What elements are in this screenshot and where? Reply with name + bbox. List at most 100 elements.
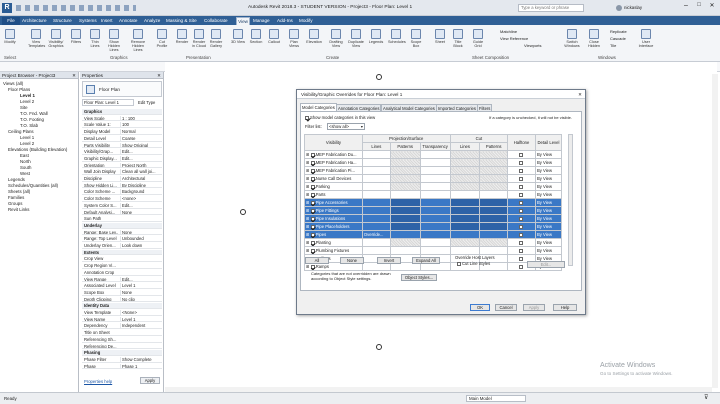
tab-massing-site[interactable]: Massing & Site bbox=[166, 17, 197, 25]
property-row[interactable]: Color Scheme ... Background bbox=[82, 189, 162, 196]
property-row[interactable]: View Scale 1 : 100 bbox=[82, 115, 162, 122]
visibility-checkbox[interactable] bbox=[310, 168, 315, 173]
tree-item-footing[interactable]: T.O. Footing bbox=[20, 117, 44, 122]
property-row[interactable]: Range: Top Level Unbounded bbox=[82, 236, 162, 243]
properties-apply-button[interactable]: Apply bbox=[140, 377, 160, 384]
cut-patterns-cell[interactable] bbox=[479, 222, 509, 231]
tile-button[interactable]: Tile bbox=[610, 43, 616, 48]
property-row[interactable]: View Name Level 1 bbox=[82, 316, 162, 323]
tree-item-views-all[interactable]: Views (all) bbox=[3, 81, 23, 86]
visibility-checkbox[interactable] bbox=[310, 232, 315, 237]
halftone-cell[interactable] bbox=[507, 238, 536, 247]
elevation-marker-north[interactable] bbox=[376, 74, 382, 80]
legends-button[interactable]: Legends bbox=[368, 27, 384, 53]
detail-level-cell[interactable]: By View bbox=[534, 190, 563, 199]
visibility-checkbox[interactable] bbox=[310, 152, 315, 157]
property-row[interactable]: Scale Value 1: 100 bbox=[82, 122, 162, 129]
view-reference-button[interactable]: View Reference bbox=[500, 36, 528, 41]
proj-transparency-cell[interactable] bbox=[419, 198, 451, 207]
halftone-checkbox[interactable] bbox=[519, 184, 524, 189]
category-name-cell[interactable]: ⊞ Pipes bbox=[304, 230, 363, 239]
property-value[interactable]: Project North bbox=[120, 162, 160, 168]
visibility-graphics-button[interactable]: Visibility/ Graphics bbox=[48, 27, 64, 53]
proj-patterns-cell[interactable] bbox=[389, 174, 421, 183]
plan-views-button[interactable]: Plan Views bbox=[286, 27, 302, 53]
tab-manage[interactable]: Manage bbox=[253, 17, 270, 25]
detail-level-cell[interactable]: By View bbox=[534, 158, 563, 167]
tree-item-slab[interactable]: T.O. Slab bbox=[20, 123, 38, 128]
viewports-button[interactable]: Viewports bbox=[524, 43, 542, 48]
help-button[interactable]: Help bbox=[553, 304, 577, 311]
property-value[interactable]: Show Complete bbox=[120, 356, 160, 362]
cut-lines-cell[interactable] bbox=[449, 158, 481, 167]
proj-transparency-cell[interactable] bbox=[419, 158, 451, 167]
halftone-checkbox[interactable] bbox=[519, 176, 524, 181]
cascade-button[interactable]: Cascade bbox=[610, 36, 626, 41]
tree-item-level-2[interactable]: Level 2 bbox=[20, 99, 34, 104]
visibility-checkbox[interactable] bbox=[310, 184, 315, 189]
halftone-cell[interactable] bbox=[507, 150, 536, 159]
invert-button[interactable]: Invert bbox=[377, 257, 401, 264]
proj-transparency-cell[interactable] bbox=[419, 190, 451, 199]
proj-patterns-cell[interactable] bbox=[389, 190, 421, 199]
object-styles-button[interactable]: Object Styles... bbox=[401, 274, 437, 281]
proj-patterns-cell[interactable] bbox=[389, 230, 421, 239]
tab-systems[interactable]: Systems bbox=[79, 17, 97, 25]
tree-item-families[interactable]: Families bbox=[8, 195, 24, 200]
expand-all-button[interactable]: Expand All bbox=[412, 257, 440, 264]
schedules-button[interactable]: Schedules bbox=[388, 27, 406, 53]
cut-lines-cell[interactable] bbox=[449, 246, 481, 255]
halftone-cell[interactable] bbox=[507, 166, 536, 175]
detail-level-cell[interactable]: By View bbox=[534, 182, 563, 191]
dialog-close-icon[interactable]: ✕ bbox=[578, 90, 582, 99]
detail-level-cell[interactable]: By View bbox=[534, 206, 563, 215]
category-name-cell[interactable]: ⊞ MEP Fabrication Du... bbox=[304, 150, 363, 159]
property-row[interactable]: Discipline Architectural bbox=[82, 176, 162, 182]
tab-imported-categories[interactable]: Imported Categories bbox=[436, 104, 478, 111]
property-value[interactable]: By Discipline bbox=[120, 182, 160, 188]
detail-level-cell[interactable]: By View bbox=[534, 222, 563, 231]
tab-model-categories[interactable]: Model Categories bbox=[300, 103, 337, 111]
property-row[interactable]: Title on Sheet bbox=[82, 330, 162, 336]
tree-item-site[interactable]: Site bbox=[20, 105, 28, 110]
matchline-button[interactable]: Matchline bbox=[500, 29, 517, 34]
proj-patterns-cell[interactable] bbox=[389, 238, 421, 247]
tree-item-ceiling-level-2[interactable]: Level 2 bbox=[20, 141, 34, 146]
property-value[interactable]: Edit... bbox=[120, 149, 160, 155]
halftone-cell[interactable] bbox=[507, 206, 536, 215]
halftone-cell[interactable] bbox=[507, 222, 536, 231]
cut-lines-cell[interactable] bbox=[449, 174, 481, 183]
tree-item-north[interactable]: North bbox=[20, 159, 31, 164]
cut-patterns-cell[interactable] bbox=[479, 166, 509, 175]
proj-lines-cell[interactable] bbox=[361, 190, 391, 199]
property-value[interactable]: Look down bbox=[120, 243, 160, 248]
cut-patterns-cell[interactable] bbox=[479, 150, 509, 159]
elevation-marker-south[interactable] bbox=[376, 344, 382, 350]
tab-collaborate[interactable]: Collaborate bbox=[204, 17, 228, 25]
property-value[interactable]: Clean all wall joi... bbox=[120, 169, 160, 175]
visibility-checkbox[interactable] bbox=[310, 248, 315, 253]
property-value[interactable]: Architectural bbox=[120, 176, 160, 181]
cut-lines-cell[interactable] bbox=[449, 190, 481, 199]
filter-list-select[interactable]: <show all> ▾ bbox=[327, 123, 365, 130]
halftone-checkbox[interactable] bbox=[519, 160, 524, 165]
visibility-checkbox[interactable] bbox=[310, 208, 315, 213]
user-icon[interactable] bbox=[616, 5, 622, 11]
property-value[interactable]: Edit... bbox=[120, 202, 160, 208]
tree-item-revit-links[interactable]: Revit Links bbox=[8, 207, 29, 212]
proj-lines-cell[interactable] bbox=[361, 214, 391, 223]
tree-item-ceiling-level-1[interactable]: Level 1 bbox=[20, 135, 34, 140]
proj-transparency-cell[interactable] bbox=[419, 230, 451, 239]
cut-patterns-cell[interactable] bbox=[479, 230, 509, 239]
tree-item-east[interactable]: East bbox=[20, 153, 29, 158]
proj-lines-cell[interactable] bbox=[361, 238, 391, 247]
property-row[interactable]: Parts Visibility Show Original bbox=[82, 142, 162, 149]
property-row[interactable]: Display Model Normal bbox=[82, 129, 162, 135]
tab-modify[interactable]: Modify bbox=[299, 17, 313, 25]
cut-lines-cell[interactable] bbox=[449, 182, 481, 191]
tree-item-schedules[interactable]: Schedules/Quantities (all) bbox=[8, 183, 58, 188]
property-value[interactable]: Level 1 bbox=[120, 283, 160, 289]
property-row[interactable]: Range: Base Lev... None bbox=[82, 229, 162, 236]
proj-transparency-cell[interactable] bbox=[419, 214, 451, 223]
halftone-cell[interactable] bbox=[507, 198, 536, 207]
